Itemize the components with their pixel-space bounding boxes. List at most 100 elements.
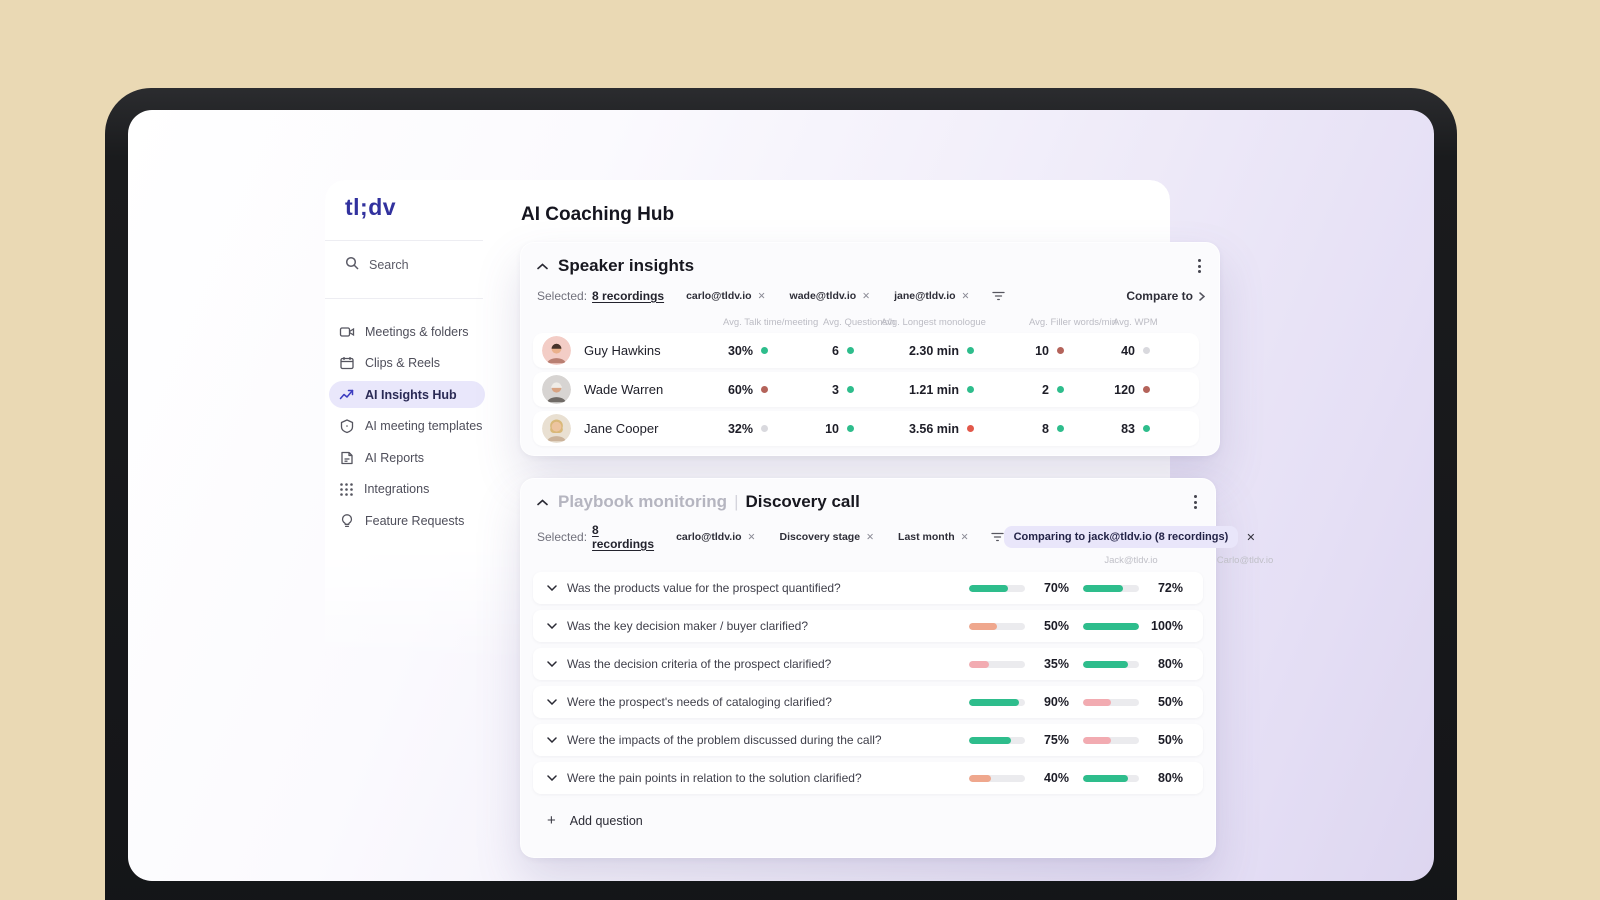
sidebar-item-label: AI Reports	[365, 450, 425, 465]
filter-chip[interactable]: jane@tldv.io ✕	[894, 290, 969, 302]
progress-cell: 72%	[1083, 581, 1183, 595]
close-icon[interactable]: ✕	[862, 291, 870, 302]
playbook-question-row[interactable]: Were the impacts of the problem discusse…	[533, 724, 1203, 756]
close-icon[interactable]: ✕	[748, 532, 756, 543]
metric-cell: 40	[1064, 344, 1150, 358]
add-question-label: Add question	[569, 813, 643, 828]
metric-value: 2	[1042, 382, 1049, 397]
chevron-down-icon[interactable]	[547, 585, 557, 591]
chip-label: Discovery stage	[779, 531, 861, 543]
column-header: Avg. WPM	[1113, 317, 1158, 328]
avatar	[542, 414, 571, 443]
progress-percentage: 50%	[1157, 695, 1183, 709]
column-header: Avg. Filler words/min	[1029, 317, 1117, 328]
speaker-table-row[interactable]: Guy Hawkins 30% 6 2.30 min 10 40	[533, 333, 1199, 368]
chevron-down-icon[interactable]	[547, 699, 557, 705]
status-dot-green	[1057, 386, 1064, 393]
progress-cell: 100%	[1083, 619, 1183, 633]
sidebar-item-ai-meeting-templates[interactable]: AI meeting templates	[329, 413, 485, 440]
playbook-question-row[interactable]: Were the pain points in relation to the …	[533, 762, 1203, 794]
speaker-name-cell: Jane Cooper	[533, 414, 713, 443]
sidebar-item-integrations[interactable]: Integrations	[329, 476, 485, 503]
question-text: Were the pain points in relation to the …	[567, 771, 862, 785]
progress-bar-fill	[969, 736, 1011, 744]
filter-chip[interactable]: carlo@tldv.io ✕	[686, 290, 765, 302]
chevron-down-icon[interactable]	[547, 737, 557, 743]
progress-percentage: 75%	[1043, 733, 1069, 747]
chip-label: wade@tldv.io	[789, 290, 857, 302]
selected-label: Selected:	[537, 289, 588, 303]
column-header: Avg. Longest monologue	[881, 317, 986, 328]
bars-group: 70% 72%	[969, 581, 1183, 595]
metric-cell: 10	[768, 422, 854, 436]
progress-bar-track	[969, 622, 1025, 630]
column-header: Avg. Talk time/meeting	[723, 317, 819, 328]
search-input[interactable]: Search	[345, 256, 409, 273]
chevron-down-icon[interactable]	[547, 623, 557, 629]
playbook-card-header: Playbook monitoring | Discovery call	[537, 491, 1201, 513]
playbook-question-row[interactable]: Was the key decision maker / buyer clari…	[533, 610, 1203, 642]
close-icon[interactable]: ✕	[758, 291, 766, 302]
playbook-card: Playbook monitoring | Discovery call Selec…	[520, 478, 1273, 858]
progress-bar-track	[1083, 622, 1139, 630]
selected-count-link[interactable]: 8 recordings	[592, 523, 654, 551]
chip-label: jane@tldv.io	[894, 290, 956, 302]
chevron-down-icon[interactable]	[547, 661, 557, 667]
selected-count-link[interactable]: 8 recordings	[592, 289, 664, 303]
progress-bar-fill	[969, 584, 1009, 592]
kebab-menu-icon[interactable]	[1190, 491, 1201, 513]
filter-chip[interactable]: wade@tldv.io ✕	[790, 290, 871, 302]
close-icon[interactable]: ✕	[866, 532, 874, 543]
playbook-question-row[interactable]: Was the decision criteria of the prospec…	[533, 648, 1203, 680]
sidebar-menu: Meetings & folders Clips & Reels AI Insigh…	[329, 318, 485, 539]
sidebar-item-ai-reports[interactable]: AI Reports	[329, 444, 485, 471]
video-camera-icon	[339, 324, 355, 340]
sidebar-item-ai-insights-hub[interactable]: AI Insights Hub	[329, 381, 485, 408]
filter-chip[interactable]: Discovery stage ✕	[780, 531, 875, 543]
playbook-rows: Was the products value for the prospect …	[533, 572, 1203, 800]
progress-percentage: 35%	[1043, 657, 1069, 671]
playbook-question-row[interactable]: Were the prospect's needs of cataloging …	[533, 686, 1203, 718]
comparing-to-pill[interactable]: Comparing to jack@tldv.io (8 recordings)	[1003, 526, 1239, 548]
speaker-filter-row: Selected: 8 recordings carlo@tldv.io ✕ wad…	[537, 289, 1205, 303]
metric-cell: 120	[1064, 383, 1150, 397]
add-question-button[interactable]: + Add question	[547, 812, 643, 829]
close-icon[interactable]: ✕	[1246, 531, 1255, 544]
compare-to-button[interactable]: Compare to	[1126, 289, 1205, 303]
sidebar-item-label: Integrations	[364, 482, 430, 496]
speaker-name-cell: Guy Hawkins	[533, 336, 713, 365]
close-icon[interactable]: ✕	[961, 532, 969, 543]
status-dot-red	[1057, 347, 1064, 354]
bars-group: 40% 80%	[969, 771, 1183, 785]
progress-percentage: 50%	[1157, 733, 1183, 747]
sidebar-item-label: Clips & Reels	[365, 356, 441, 370]
status-dot-green	[761, 347, 768, 354]
marketing-backdrop: tl;dv Search Meetings & folders Clips & R…	[0, 0, 1600, 900]
speaker-table-row[interactable]: Jane Cooper 32% 10 3.56 min 8 83	[533, 411, 1199, 446]
filter-icon[interactable]	[991, 291, 1005, 301]
progress-percentage: 72%	[1157, 581, 1183, 595]
question-text: Were the impacts of the problem discusse…	[567, 733, 882, 747]
filter-chip[interactable]: carlo@tldv.io ✕	[676, 531, 755, 543]
playbook-question-row[interactable]: Was the products value for the prospect …	[533, 572, 1203, 604]
bars-group: 50% 100%	[969, 619, 1183, 633]
speaker-table-row[interactable]: Wade Warren 60% 3 1.21 min 2 120	[533, 372, 1199, 407]
progress-bar-track	[969, 736, 1025, 744]
filter-icon[interactable]	[990, 532, 1004, 542]
chevron-down-icon[interactable]	[547, 775, 557, 781]
collapse-chevron-up-icon[interactable]	[537, 262, 548, 270]
sidebar-item-feature-requests[interactable]: Feature Requests	[329, 507, 485, 534]
progress-percentage: 80%	[1157, 771, 1183, 785]
metric-value: 30%	[727, 343, 753, 358]
close-icon[interactable]: ✕	[962, 291, 970, 302]
metric-value: 3.56 min	[908, 421, 959, 436]
sidebar-item-clips-reels[interactable]: Clips & Reels	[329, 350, 485, 377]
sidebar-item-meetings-folders[interactable]: Meetings & folders	[329, 318, 485, 345]
filter-chip[interactable]: Last month ✕	[898, 531, 969, 543]
metric-cell: 3	[768, 383, 854, 397]
column-header: Jack@tldv.io	[1104, 555, 1158, 566]
metric-cell: 60%	[713, 383, 768, 397]
kebab-menu-icon[interactable]	[1194, 255, 1205, 277]
card-title: Speaker insights	[558, 256, 695, 275]
collapse-chevron-up-icon[interactable]	[537, 498, 548, 506]
